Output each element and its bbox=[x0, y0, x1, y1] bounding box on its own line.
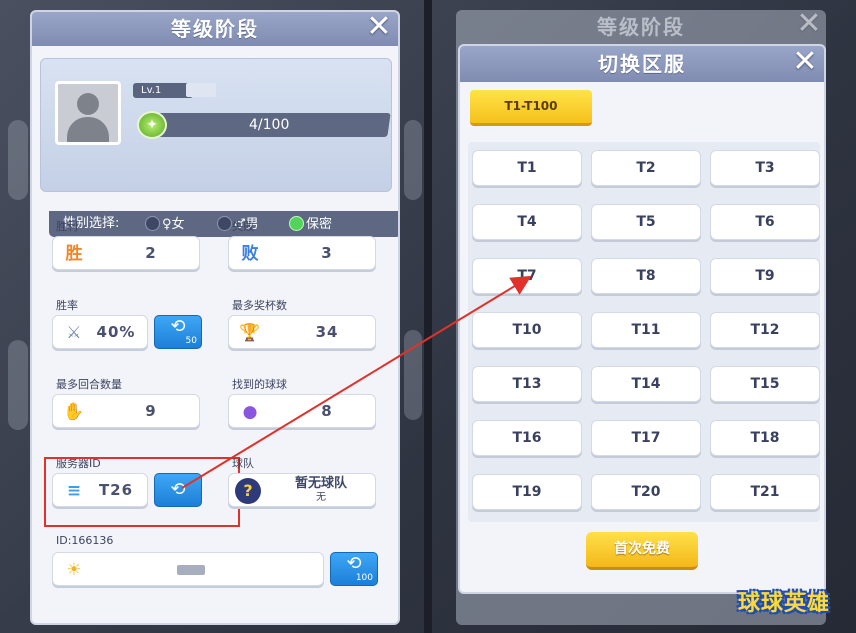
server-button[interactable]: T5 bbox=[591, 204, 701, 240]
server-button[interactable]: T18 bbox=[710, 420, 820, 456]
background-tile bbox=[8, 340, 28, 430]
ball-level-icon: ✦ bbox=[137, 111, 167, 139]
server-button[interactable]: T21 bbox=[710, 474, 820, 510]
team-label: 球队 bbox=[232, 457, 254, 470]
server-button[interactable]: T8 bbox=[591, 258, 701, 294]
max-rounds-value: 9 bbox=[145, 402, 157, 420]
server-button[interactable]: T14 bbox=[591, 366, 701, 402]
server-button[interactable]: T2 bbox=[591, 150, 701, 186]
max-trophy-value: 34 bbox=[315, 323, 339, 341]
refresh-icon: ⟲ bbox=[170, 316, 186, 337]
team-sub: 无 bbox=[316, 492, 326, 503]
diamond-cost: 50 bbox=[185, 336, 197, 346]
gender-female-option[interactable]: ♀女 bbox=[145, 216, 185, 233]
win-rate-stat: ⚔ 40% bbox=[52, 315, 148, 349]
balls-found-stat: ● 8 bbox=[228, 394, 376, 428]
server-button[interactable]: T10 bbox=[472, 312, 582, 348]
panel-title: 切换区服 bbox=[460, 46, 824, 82]
server-button[interactable]: T7 bbox=[472, 258, 582, 294]
win-icon: 胜 bbox=[65, 244, 83, 264]
close-icon[interactable]: ✕ bbox=[366, 12, 392, 42]
loss-value: 3 bbox=[321, 244, 333, 262]
max-rounds-label: 最多回合数量 bbox=[56, 378, 122, 391]
reset-win-rate-button[interactable]: ⟲ 50 bbox=[154, 315, 202, 349]
gender-female-label: ♀女 bbox=[162, 217, 185, 232]
panel-title: 等级阶段 bbox=[32, 12, 398, 46]
close-icon[interactable]: ✕ bbox=[792, 47, 818, 77]
server-button[interactable]: T6 bbox=[710, 204, 820, 240]
server-button[interactable]: T19 bbox=[472, 474, 582, 510]
radio-selected-icon bbox=[289, 216, 304, 231]
trophy-icon: 🏆 bbox=[239, 323, 261, 343]
server-grid: T1 T2 T3 T4 T5 T6 T7 T8 T9 T10 T11 T12 T13 T14 T15 T16 T… bbox=[468, 142, 820, 522]
server-button[interactable]: T3 bbox=[710, 150, 820, 186]
win-stat: 胜 2 bbox=[52, 236, 200, 270]
background-tile bbox=[8, 120, 28, 200]
xp-bar: 4/100 bbox=[147, 113, 391, 137]
balls-found-value: 8 bbox=[321, 402, 333, 420]
loss-label: 失败 bbox=[232, 220, 254, 233]
first-free-button[interactable]: 首次免费 bbox=[586, 532, 698, 570]
refresh-icon: ⟲ bbox=[346, 553, 362, 574]
team-stat: ? 暂无球队 无 bbox=[228, 473, 376, 507]
rename-button[interactable]: ⟲ 100 bbox=[330, 552, 378, 586]
game-logo: 球球英雄 bbox=[737, 591, 830, 616]
screen-divider bbox=[424, 0, 432, 633]
win-rate-value: 40% bbox=[96, 323, 136, 341]
level-badge: Lv.1 bbox=[133, 83, 193, 98]
win-label: 胜利 bbox=[56, 220, 78, 233]
max-trophy-stat: 🏆 34 bbox=[228, 315, 376, 349]
gender-secret-label: 保密 bbox=[306, 217, 333, 232]
player-id-stat: ☀ bbox=[52, 552, 324, 586]
win-rate-label: 胜率 bbox=[56, 299, 78, 312]
profile-card: Lv.1 4/100 ✦ 性别选择: ♀女 ♂男 保密 bbox=[40, 58, 398, 237]
background-panel-title: 等级阶段 bbox=[597, 15, 685, 39]
max-trophy-label: 最多奖杯数 bbox=[232, 299, 287, 312]
question-mark-icon: ? bbox=[235, 478, 261, 504]
ball-icon: ● bbox=[242, 402, 258, 422]
sun-icon: ☀ bbox=[66, 560, 82, 580]
highlight-box bbox=[44, 457, 240, 527]
server-button[interactable]: T15 bbox=[710, 366, 820, 402]
team-name: 暂无球队 bbox=[294, 476, 347, 491]
server-button[interactable]: T4 bbox=[472, 204, 582, 240]
background-tile bbox=[404, 120, 422, 200]
background-tile bbox=[404, 330, 422, 420]
server-button[interactable]: T9 bbox=[710, 258, 820, 294]
level-panel: 等级阶段 ✕ Lv.1 4/100 ✦ 性别选择: ♀女 ♂男 保密 胜利 胜 … bbox=[30, 10, 400, 625]
loss-icon: 败 bbox=[241, 244, 259, 264]
balls-found-label: 找到的球球 bbox=[232, 378, 287, 391]
radio-icon bbox=[217, 216, 232, 231]
radio-icon bbox=[145, 216, 160, 231]
player-name-blurred bbox=[186, 83, 216, 97]
server-button[interactable]: T11 bbox=[591, 312, 701, 348]
background-close-icon: ✕ bbox=[796, 6, 822, 41]
avatar-body-shape bbox=[67, 117, 109, 142]
player-id-label: ID:166136 bbox=[56, 534, 114, 547]
max-rounds-stat: ✋ 9 bbox=[52, 394, 200, 428]
crossed-swords-icon: ⚔ bbox=[66, 323, 82, 343]
server-switch-panel: 切换区服 ✕ T1-T100 T1 T2 T3 T4 T5 T6 T7 T8 T9 T10 T11 T… bbox=[458, 44, 826, 594]
server-button[interactable]: T12 bbox=[710, 312, 820, 348]
win-value: 2 bbox=[145, 244, 157, 262]
range-tab[interactable]: T1-T100 bbox=[470, 90, 592, 126]
xp-text: 4/100 bbox=[248, 117, 290, 133]
server-button[interactable]: T1 bbox=[472, 150, 582, 186]
gender-secret-option[interactable]: 保密 bbox=[289, 216, 332, 233]
gender-selector: 性别选择: ♀女 ♂男 保密 bbox=[49, 211, 398, 237]
avatar[interactable] bbox=[55, 81, 121, 145]
blurred-value bbox=[177, 565, 205, 575]
server-button[interactable]: T13 bbox=[472, 366, 582, 402]
loss-stat: 败 3 bbox=[228, 236, 376, 270]
diamond-cost: 100 bbox=[355, 573, 373, 583]
handshake-icon: ✋ bbox=[63, 402, 85, 422]
server-button[interactable]: T17 bbox=[591, 420, 701, 456]
server-button[interactable]: T16 bbox=[472, 420, 582, 456]
server-button[interactable]: T20 bbox=[591, 474, 701, 510]
avatar-head-shape bbox=[77, 93, 99, 115]
